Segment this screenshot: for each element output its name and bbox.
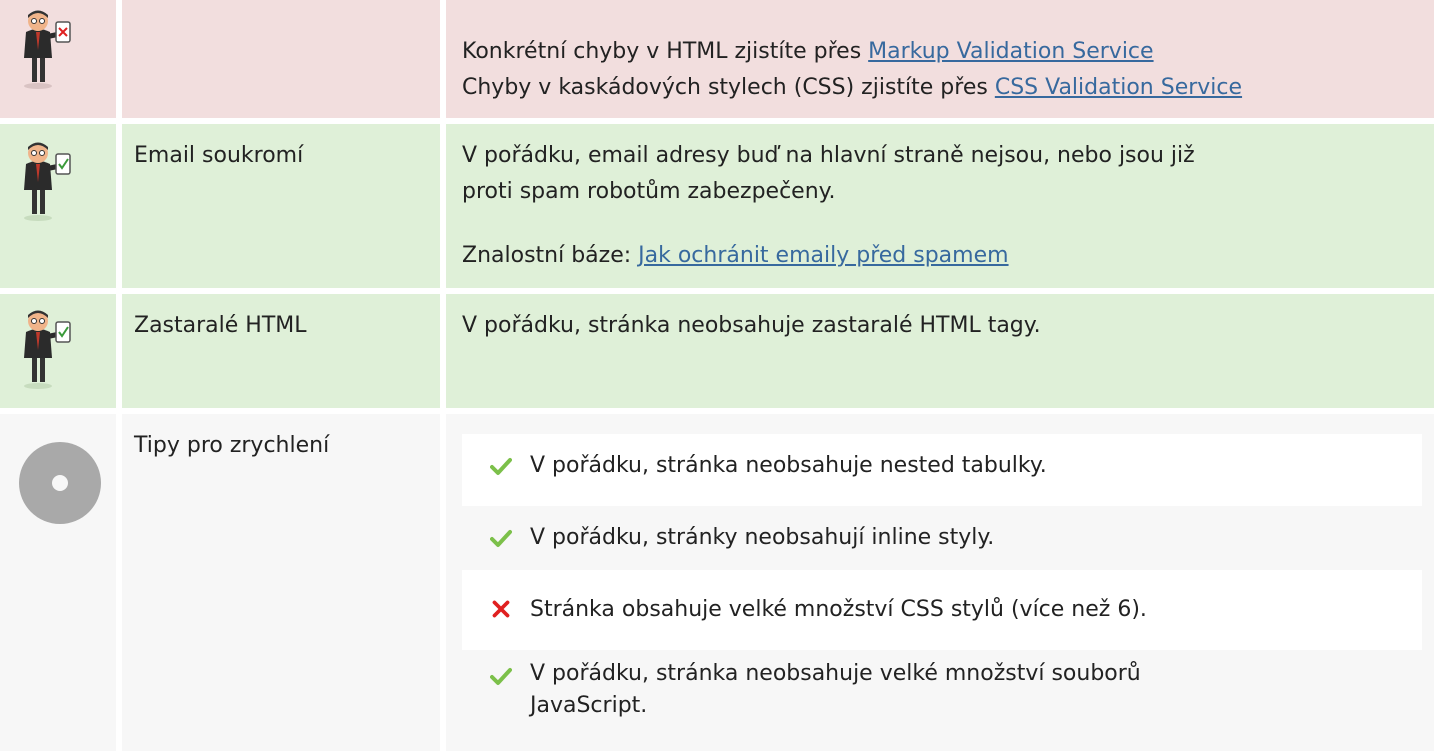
- businessman-clipboard-check-icon: [24, 142, 71, 221]
- status-cell: [0, 0, 116, 118]
- content-cell: V pořádku, stránka neobsahuje zastaralé …: [446, 294, 1434, 408]
- status-cell: [0, 294, 116, 408]
- css-validation-link[interactable]: CSS Validation Service: [995, 75, 1242, 100]
- speed-tips-list: V pořádku, stránka neobsahuje nested tab…: [462, 434, 1422, 728]
- result-row-validation: Konkrétní chyby v HTML zjistíte přes Mar…: [0, 0, 1448, 118]
- result-row-deprecated-html: Zastaralé HTML V pořádku, stránka neobsa…: [0, 294, 1448, 408]
- gray-disc-icon: [19, 442, 101, 524]
- content-line: V pořádku, email adresy buď na hlavní st…: [462, 143, 1195, 168]
- content-line: V pořádku, stránka neobsahuje zastaralé …: [462, 313, 1041, 338]
- checkmark-icon: [490, 668, 512, 685]
- content-cell: V pořádku, stránka neobsahuje nested tab…: [446, 414, 1434, 751]
- label-cell: [122, 0, 440, 118]
- list-item-text: V pořádku, stránka neobsahuje nested tab…: [530, 453, 1047, 478]
- html-validation-line: Konkrétní chyby v HTML zjistíte přes Mar…: [462, 39, 1154, 64]
- markup-validation-link[interactable]: Markup Validation Service: [868, 39, 1153, 64]
- status-cell: [0, 414, 116, 751]
- row-label: Email soukromí: [134, 143, 304, 168]
- email-protection-link[interactable]: Jak ochránit emaily před spamem: [638, 243, 1008, 268]
- result-row-speed-tips: Tipy pro zrychlení V pořádku, stránka ne…: [0, 414, 1448, 751]
- label-cell: Zastaralé HTML: [122, 294, 440, 408]
- row-label: Tipy pro zrychlení: [134, 433, 330, 458]
- businessman-clipboard-cross-icon: [24, 10, 71, 89]
- list-item: V pořádku, stránky neobsahují inline sty…: [462, 506, 1422, 570]
- status-cell: [0, 124, 116, 288]
- businessman-clipboard-check-icon: [24, 310, 71, 389]
- content-cell: V pořádku, email adresy buď na hlavní st…: [446, 124, 1434, 288]
- list-item-text: V pořádku, stránky neobsahují inline sty…: [530, 525, 995, 550]
- knowledge-base-line: Znalostní báze: Jak ochránit emaily před…: [462, 243, 1009, 268]
- checkmark-icon: [490, 530, 512, 547]
- list-item: V pořádku, stránka neobsahuje velké množ…: [462, 650, 1422, 728]
- content-line: proti spam robotům zabezpečeny.: [462, 179, 836, 204]
- list-item: V pořádku, stránka neobsahuje nested tab…: [462, 434, 1422, 498]
- list-item: Stránka obsahuje velké množství CSS styl…: [462, 578, 1422, 642]
- content-cell: Konkrétní chyby v HTML zjistíte přes Mar…: [446, 0, 1434, 118]
- list-item-text: JavaScript.: [530, 693, 648, 718]
- cross-icon: [492, 600, 510, 618]
- label-cell: Email soukromí: [122, 124, 440, 288]
- list-item-text: V pořádku, stránka neobsahuje velké množ…: [530, 661, 1141, 686]
- css-validation-line: Chyby v kaskádových stylech (CSS) zjistí…: [462, 75, 1243, 100]
- checkmark-icon: [490, 458, 512, 475]
- list-item-text: Stránka obsahuje velké množství CSS styl…: [530, 597, 1147, 622]
- label-cell: Tipy pro zrychlení: [122, 414, 440, 751]
- row-label: Zastaralé HTML: [134, 313, 307, 338]
- result-row-email-privacy: Email soukromí V pořádku, email adresy b…: [0, 124, 1448, 288]
